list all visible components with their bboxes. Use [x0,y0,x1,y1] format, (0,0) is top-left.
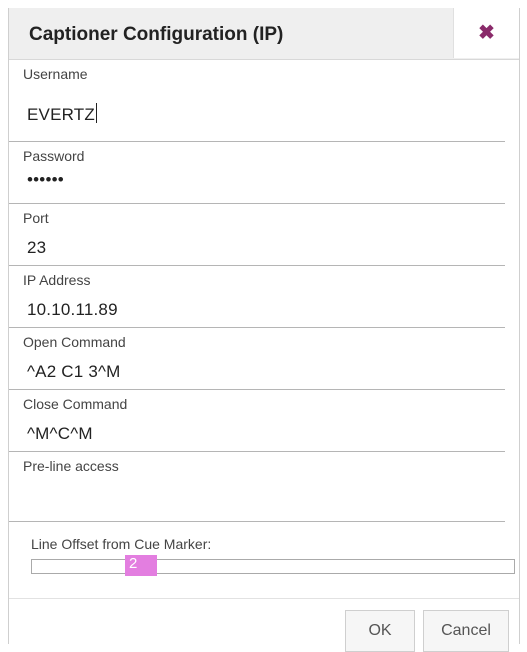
username-field[interactable]: Username EVERTZ [9,60,505,142]
ok-button[interactable]: OK [345,610,415,652]
ip-address-label: IP Address [23,272,91,288]
close-command-input[interactable]: ^M^C^M [27,424,93,444]
captioner-config-dialog: Captioner Configuration (IP) ✖ Username … [8,8,520,652]
username-label: Username [23,66,88,82]
password-label: Password [23,148,85,164]
ip-address-field[interactable]: IP Address 10.10.11.89 [9,266,505,328]
line-offset-value-badge: 2 [125,555,157,576]
open-command-field[interactable]: Open Command ^A2 C1 3^M [9,328,505,390]
port-label: Port [23,210,49,226]
cancel-button[interactable]: Cancel [423,610,509,652]
username-input[interactable]: EVERTZ [27,103,97,125]
close-icon: ✖ [478,22,495,44]
password-input[interactable]: •••••• [27,170,64,190]
close-command-field[interactable]: Close Command ^M^C^M [9,390,505,452]
close-command-label: Close Command [23,396,128,412]
line-offset-input[interactable] [31,559,515,574]
ip-address-input[interactable]: 10.10.11.89 [27,300,118,320]
port-field[interactable]: Port 23 [9,204,505,266]
username-value: EVERTZ [27,105,95,124]
dialog-titlebar: Captioner Configuration (IP) ✖ [9,8,519,60]
text-cursor [95,103,97,123]
footer-divider [9,598,519,599]
dialog-title: Captioner Configuration (IP) [29,24,284,45]
password-field[interactable]: Password •••••• [9,142,505,204]
port-input[interactable]: 23 [27,238,46,258]
open-command-input[interactable]: ^A2 C1 3^M [27,362,121,382]
open-command-label: Open Command [23,334,126,350]
pre-line-access-field[interactable]: Pre-line access [9,452,505,522]
line-offset-label: Line Offset from Cue Marker: [31,536,212,552]
pre-line-access-label: Pre-line access [23,458,119,474]
close-button[interactable]: ✖ [453,8,519,58]
